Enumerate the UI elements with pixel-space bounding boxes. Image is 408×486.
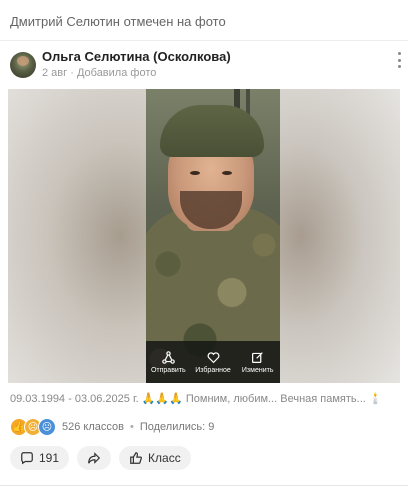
post-meta: 2 авг · Добавила фото [42,67,156,79]
photo-blur-right [276,89,400,383]
klass-label: Класс [148,451,181,465]
crying-face-icon: ☹ [38,418,56,436]
edit-label: Изменить [241,366,274,374]
favorite-button[interactable]: Избранное [191,341,236,383]
shares-count[interactable]: Поделились: 9 [140,421,215,433]
send-button[interactable]: Отправить [146,341,191,383]
dot-separator: • [129,421,134,433]
photo-actions-bar: Отправить Избранное Изменить [146,341,280,383]
reshare-icon [88,452,101,464]
post-date[interactable]: 2 авг [42,67,67,79]
klass-count[interactable]: 526 классов [62,421,124,433]
klass-button[interactable]: Класс [119,446,191,470]
edit-icon [252,351,263,363]
more-options-icon[interactable] [394,52,404,68]
heart-icon [207,351,219,363]
post-caption: 09.03.1994 - 03.06.2025 г. 🙏🙏🙏 Помним, л… [10,393,383,405]
edit-button[interactable]: Изменить [235,341,280,383]
tagged-notice[interactable]: Дмитрий Селютин отмечен на фото [10,14,226,29]
post-card: Дмитрий Селютин отмечен на фото Ольга Се… [0,0,408,486]
send-label: Отправить [150,366,186,374]
share-button[interactable] [77,446,112,470]
post-buttons: 191 Класс [10,446,191,470]
share-icon [162,350,175,364]
comments-count: 191 [39,451,60,465]
post-action: Добавила фото [76,67,157,79]
photo[interactable] [146,89,280,383]
photo-viewer[interactable]: Отправить Избранное Изменить [8,89,400,383]
avatar[interactable] [10,52,36,78]
photo-blur-left [8,89,148,383]
comments-button[interactable]: 191 [10,446,70,470]
reactions-row[interactable]: 👍 ☹ ☹ 526 классов • Поделились: 9 [10,418,214,436]
comment-icon [21,452,33,465]
divider [0,40,408,41]
meta-separator: · [70,67,77,79]
author-name[interactable]: Ольга Селютина (Осколкова) [42,49,231,64]
thumbs-up-outline-icon [130,452,142,464]
favorite-label: Избранное [195,366,231,374]
